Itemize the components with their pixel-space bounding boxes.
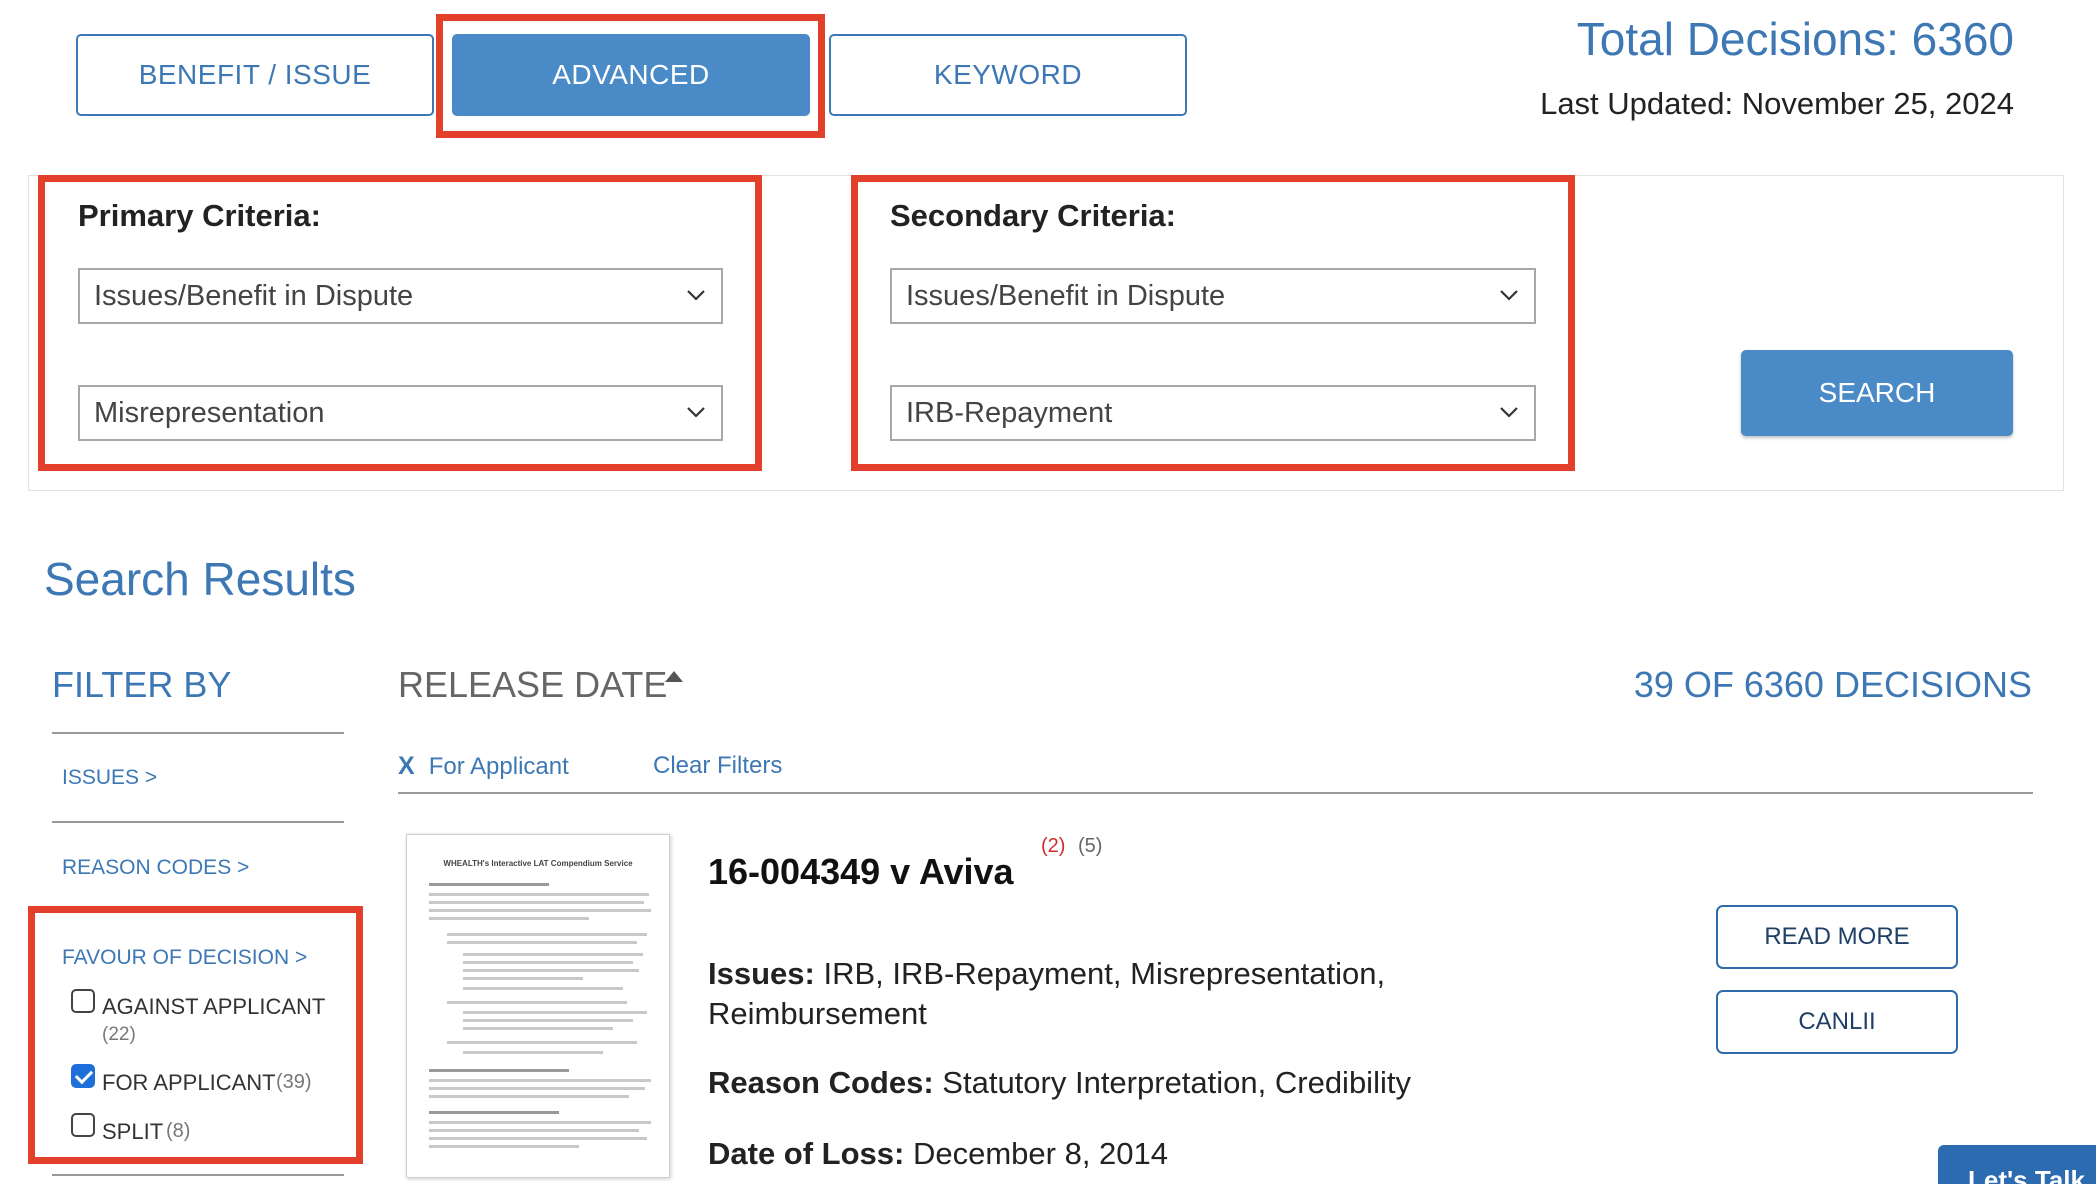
split-label: SPLIT xyxy=(102,1119,164,1144)
remove-filter-icon[interactable]: X xyxy=(398,752,415,781)
read-more-button[interactable]: READ MORE xyxy=(1716,905,1958,969)
results-count: 39 OF 6360 DECISIONS xyxy=(1633,664,2032,705)
against-applicant-checkbox[interactable] xyxy=(71,989,95,1013)
decision-date-of-loss: Date of Loss: December 8, 2014 xyxy=(708,1136,1168,1172)
search-results-heading: Search Results xyxy=(44,553,356,605)
secondary-criteria-category-select[interactable]: Issues/Benefit in Dispute xyxy=(890,268,1536,324)
for-applicant-checkbox[interactable] xyxy=(71,1064,95,1088)
chevron-down-icon xyxy=(1500,290,1518,301)
filter-divider xyxy=(52,732,344,734)
decision-title[interactable]: 16-004349 v Aviva xyxy=(708,851,1014,893)
for-applicant-count: (39) xyxy=(276,1071,312,1093)
date-of-loss-label: Date of Loss: xyxy=(708,1136,905,1171)
total-decisions: Total Decisions: 6360 xyxy=(1576,13,2014,65)
for-applicant-label: FOR APPLICANT xyxy=(102,1070,276,1095)
primary-criteria-value-select[interactable]: Misrepresentation xyxy=(78,385,723,441)
reason-codes-label: Reason Codes: xyxy=(708,1065,934,1100)
primary-criteria-category-select[interactable]: Issues/Benefit in Dispute xyxy=(78,268,723,324)
secondary-category-value: Issues/Benefit in Dispute xyxy=(906,279,1226,312)
filter-divider xyxy=(52,821,344,823)
lets-talk-chat-button[interactable]: Let's Talk xyxy=(1938,1145,2096,1184)
against-applicant-label: AGAINST APPLICANT xyxy=(102,994,326,1019)
sort-up-icon xyxy=(665,671,683,682)
search-button[interactable]: SEARCH xyxy=(1741,350,2013,436)
last-updated: Last Updated: November 25, 2024 xyxy=(1540,86,2014,121)
results-divider xyxy=(398,792,2033,794)
primary-value: Misrepresentation xyxy=(94,396,325,429)
thumbnail-title: WHEALTH's Interactive LAT Compendium Ser… xyxy=(443,859,633,868)
date-of-loss-value: December 8, 2014 xyxy=(912,1136,1169,1171)
against-applicant-count: (22) xyxy=(102,1024,136,1045)
decision-reason-codes: Reason Codes: Statutory Interpretation, … xyxy=(708,1065,1411,1101)
filter-favour-link[interactable]: FAVOUR OF DECISION > xyxy=(62,946,307,970)
split-checkbox[interactable] xyxy=(71,1113,95,1137)
tab-benefit-issue[interactable]: BENEFIT / ISSUE xyxy=(76,34,434,116)
filter-reason-codes-link[interactable]: REASON CODES > xyxy=(62,856,249,880)
reason-codes-value: Statutory Interpretation, Credibility xyxy=(942,1065,1411,1100)
issues-label: Issues: xyxy=(708,956,815,991)
chevron-down-icon xyxy=(687,290,705,301)
chevron-down-icon xyxy=(1500,407,1518,418)
active-filter-label: For Applicant xyxy=(428,752,569,780)
filter-issues-link[interactable]: ISSUES > xyxy=(62,766,157,790)
split-count: (8) xyxy=(166,1120,191,1142)
chat-button-label: Let's Talk xyxy=(1968,1165,2085,1184)
decision-issues: Issues: IRB, IRB-Repayment, Misrepresent… xyxy=(708,954,1438,1034)
filter-divider xyxy=(52,1174,344,1176)
sort-label: RELEASE DATE xyxy=(398,664,668,705)
primary-criteria-title: Primary Criteria: xyxy=(78,198,321,233)
canlii-button[interactable]: CANLII xyxy=(1716,990,1958,1054)
active-filter-chip[interactable]: X For Applicant xyxy=(398,752,569,781)
clear-filters-link[interactable]: Clear Filters xyxy=(653,752,782,780)
decision-thumbnail[interactable]: WHEALTH's Interactive LAT Compendium Ser… xyxy=(406,834,670,1178)
chevron-down-icon xyxy=(687,407,705,418)
sort-release-date[interactable]: RELEASE DATE xyxy=(398,664,683,706)
secondary-criteria-title: Secondary Criteria: xyxy=(890,198,1176,233)
tab-advanced[interactable]: ADVANCED xyxy=(452,34,810,116)
filter-by-title: FILTER BY xyxy=(52,664,232,705)
secondary-criteria-value-select[interactable]: IRB-Repayment xyxy=(890,385,1536,441)
decision-badge-gray: (5) xyxy=(1078,835,1103,857)
tab-keyword[interactable]: KEYWORD xyxy=(829,34,1187,116)
decision-badge-red: (2) xyxy=(1041,835,1066,857)
secondary-value: IRB-Repayment xyxy=(906,396,1113,429)
primary-category-value: Issues/Benefit in Dispute xyxy=(94,279,414,312)
